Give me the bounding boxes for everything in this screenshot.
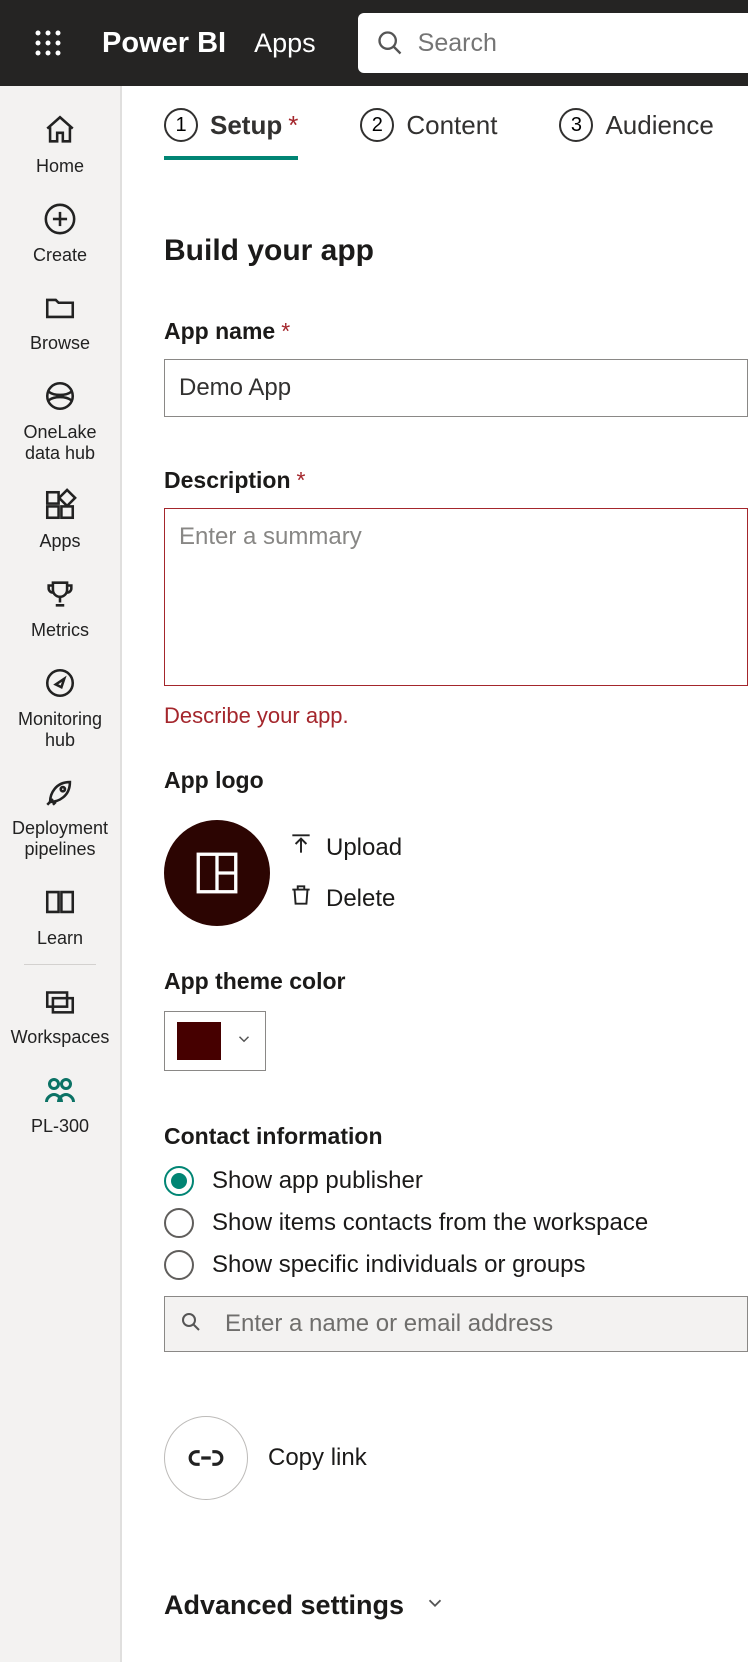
nav-label: Create xyxy=(33,245,87,266)
nav-create[interactable]: Create xyxy=(0,189,120,278)
contact-lookup[interactable] xyxy=(164,1296,748,1352)
topbar: Power BI Apps xyxy=(0,0,748,86)
apps-icon xyxy=(43,487,77,523)
nav-browse[interactable]: Browse xyxy=(0,277,120,366)
step-label: Audience xyxy=(605,110,713,141)
brand-section[interactable]: Apps xyxy=(254,28,316,59)
folder-icon xyxy=(43,289,77,325)
nav-label: Monitoring hub xyxy=(4,709,116,750)
upload-button[interactable]: Upload xyxy=(288,831,402,864)
radio-button[interactable] xyxy=(164,1208,194,1238)
globe-icon xyxy=(43,378,77,414)
upload-label: Upload xyxy=(326,834,402,862)
contact-radio-group: Show app publisher Show items contacts f… xyxy=(164,1166,748,1280)
step-audience[interactable]: 3 Audience xyxy=(559,108,713,160)
chevron-down-icon xyxy=(235,1030,253,1053)
compass-icon xyxy=(43,665,77,701)
nav-workspaces[interactable]: Workspaces xyxy=(0,971,120,1060)
link-icon xyxy=(164,1416,248,1500)
delete-button[interactable]: Delete xyxy=(288,882,402,915)
nav-label: Home xyxy=(36,156,84,177)
trophy-icon xyxy=(43,576,77,612)
radio-show-specific[interactable]: Show specific individuals or groups xyxy=(164,1250,748,1280)
nav-label: Learn xyxy=(37,928,83,949)
step-number: 1 xyxy=(164,108,198,142)
required-marker: * xyxy=(297,467,306,493)
advanced-settings-toggle[interactable]: Advanced settings xyxy=(164,1590,748,1621)
radio-button[interactable] xyxy=(164,1250,194,1280)
radio-label: Show specific individuals or groups xyxy=(212,1251,586,1279)
nav-label: Deployment pipelines xyxy=(4,818,116,859)
description-input[interactable] xyxy=(164,508,748,686)
app-name-input[interactable] xyxy=(164,359,748,417)
nav-separator xyxy=(24,964,96,965)
app-name-label: App name* xyxy=(164,318,748,345)
nav-monitoring[interactable]: Monitoring hub xyxy=(0,653,120,762)
radio-show-publisher[interactable]: Show app publisher xyxy=(164,1166,748,1196)
description-error: Describe your app. xyxy=(164,703,748,729)
search-input[interactable] xyxy=(418,29,748,58)
step-setup[interactable]: 1 Setup * xyxy=(164,108,298,160)
nav-apps[interactable]: Apps xyxy=(0,475,120,564)
wizard-steps: 1 Setup * 2 Content 3 Audience xyxy=(164,108,748,170)
left-nav: Home Create Browse OneLake data hub Apps xyxy=(0,86,122,1662)
color-swatch xyxy=(177,1022,221,1060)
people-icon xyxy=(42,1072,78,1108)
book-icon xyxy=(43,884,77,920)
search-icon xyxy=(179,1310,203,1339)
nav-workspace-pl300[interactable]: PL-300 xyxy=(0,1060,120,1149)
description-label: Description* xyxy=(164,467,748,494)
page-title: Build your app xyxy=(164,234,748,268)
copy-link-button[interactable]: Copy link xyxy=(164,1416,748,1500)
radio-label: Show items contacts from the workspace xyxy=(212,1209,648,1237)
nav-label: PL-300 xyxy=(31,1116,89,1137)
delete-icon xyxy=(288,882,314,915)
label-text: App name xyxy=(164,318,275,344)
chevron-down-icon xyxy=(424,1592,446,1619)
home-icon xyxy=(43,112,77,148)
nav-home[interactable]: Home xyxy=(0,100,120,189)
label-text: Description xyxy=(164,467,291,493)
theme-color-label: App theme color xyxy=(164,968,748,995)
upload-icon xyxy=(288,831,314,864)
search-bar[interactable] xyxy=(358,13,748,73)
nav-pipelines[interactable]: Deployment pipelines xyxy=(0,762,120,871)
nav-label: OneLake data hub xyxy=(4,422,116,463)
theme-color-picker[interactable] xyxy=(164,1011,266,1071)
required-marker: * xyxy=(281,318,290,344)
rocket-icon xyxy=(43,774,77,810)
step-label: Content xyxy=(406,110,497,141)
app-logo-label: App logo xyxy=(164,767,748,794)
contact-lookup-input[interactable] xyxy=(225,1310,733,1338)
brand-title: Power BI xyxy=(102,27,226,60)
contact-info-label: Contact information xyxy=(164,1123,748,1150)
nav-metrics[interactable]: Metrics xyxy=(0,564,120,653)
workspaces-icon xyxy=(43,983,77,1019)
main-content: 1 Setup * 2 Content 3 Audience Build you… xyxy=(122,86,748,1662)
advanced-settings-label: Advanced settings xyxy=(164,1590,404,1621)
nav-label: Workspaces xyxy=(11,1027,110,1048)
app-logo-preview xyxy=(164,820,270,926)
nav-learn[interactable]: Learn xyxy=(0,872,120,961)
delete-label: Delete xyxy=(326,885,395,913)
step-content[interactable]: 2 Content xyxy=(360,108,497,160)
nav-label: Metrics xyxy=(31,620,89,641)
radio-button[interactable] xyxy=(164,1166,194,1196)
nav-label: Browse xyxy=(30,333,90,354)
copy-link-label: Copy link xyxy=(268,1444,367,1472)
radio-label: Show app publisher xyxy=(212,1167,423,1195)
radio-show-workspace-contacts[interactable]: Show items contacts from the workspace xyxy=(164,1208,748,1238)
app-launcher-icon[interactable] xyxy=(28,23,68,63)
nav-onelake[interactable]: OneLake data hub xyxy=(0,366,120,475)
plus-circle-icon xyxy=(43,201,77,237)
required-marker: * xyxy=(288,110,298,141)
step-number: 2 xyxy=(360,108,394,142)
step-number: 3 xyxy=(559,108,593,142)
nav-label: Apps xyxy=(39,531,80,552)
step-label: Setup xyxy=(210,110,282,141)
